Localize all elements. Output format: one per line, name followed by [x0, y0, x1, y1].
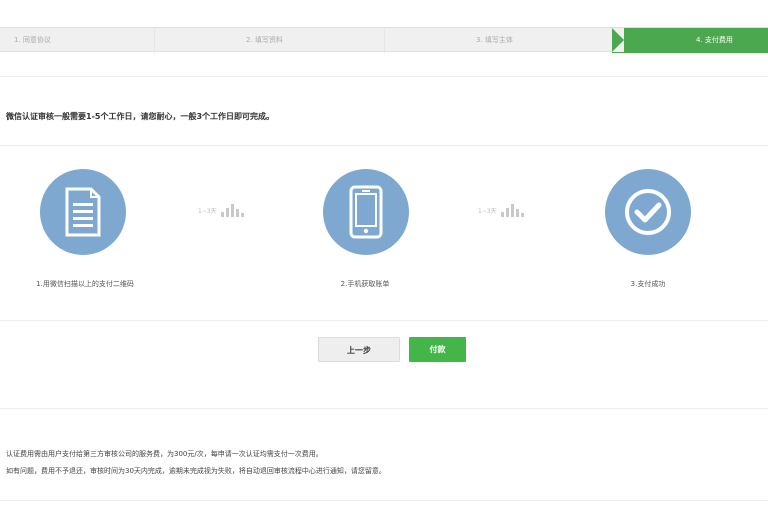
arrow-label: 1~3天 [198, 207, 217, 215]
phone-icon [323, 169, 409, 255]
arrow-label: 1~3天 [478, 207, 497, 215]
process-caption-3: 3.支付成功 [630, 280, 666, 288]
note-line: 如有问题，费用不予退还，审核时间为30天内完成，逾期未完成视为失败，将自动退回审… [6, 467, 386, 475]
section-divider [0, 145, 768, 146]
step-4-label-active: 4. 支付费用 [612, 28, 768, 53]
section-divider [0, 500, 768, 501]
process-caption-1: 1.用微信扫描以上的支付二维码 [36, 280, 134, 288]
note-line: 认证费用需由用户支付给第三方审核公司的服务费，为300元/次，每申请一次认证均需… [6, 450, 323, 458]
process-caption-2: 2.手机获取账单 [340, 280, 390, 288]
arrow-bars-icon [500, 203, 524, 217]
arrow-bars-icon [220, 203, 244, 217]
section-divider [0, 320, 768, 321]
step-divider [384, 28, 385, 53]
step-3-label: 3. 填写主体 [476, 36, 513, 44]
process-arrow: 1~3天 [198, 200, 268, 220]
check-icon [605, 169, 691, 255]
step-progress-bar: 1. 同意协议 2. 填写资料 3. 填写主体 4. 支付费用 [0, 27, 768, 53]
section-divider [0, 408, 768, 409]
step-1-label: 1. 同意协议 [14, 36, 51, 44]
step-2-label: 2. 填写资料 [246, 36, 283, 44]
section-divider [0, 76, 768, 77]
previous-step-button[interactable]: 上一步 [318, 337, 400, 362]
step-divider [154, 28, 155, 53]
process-arrow: 1~3天 [478, 200, 548, 220]
intro-text: 微信认证审核一般需要1-5个工作日，请您耐心，一般3个工作日即可完成。 [6, 112, 275, 121]
pay-button[interactable]: 付款 [409, 337, 466, 362]
document-icon [40, 169, 126, 255]
